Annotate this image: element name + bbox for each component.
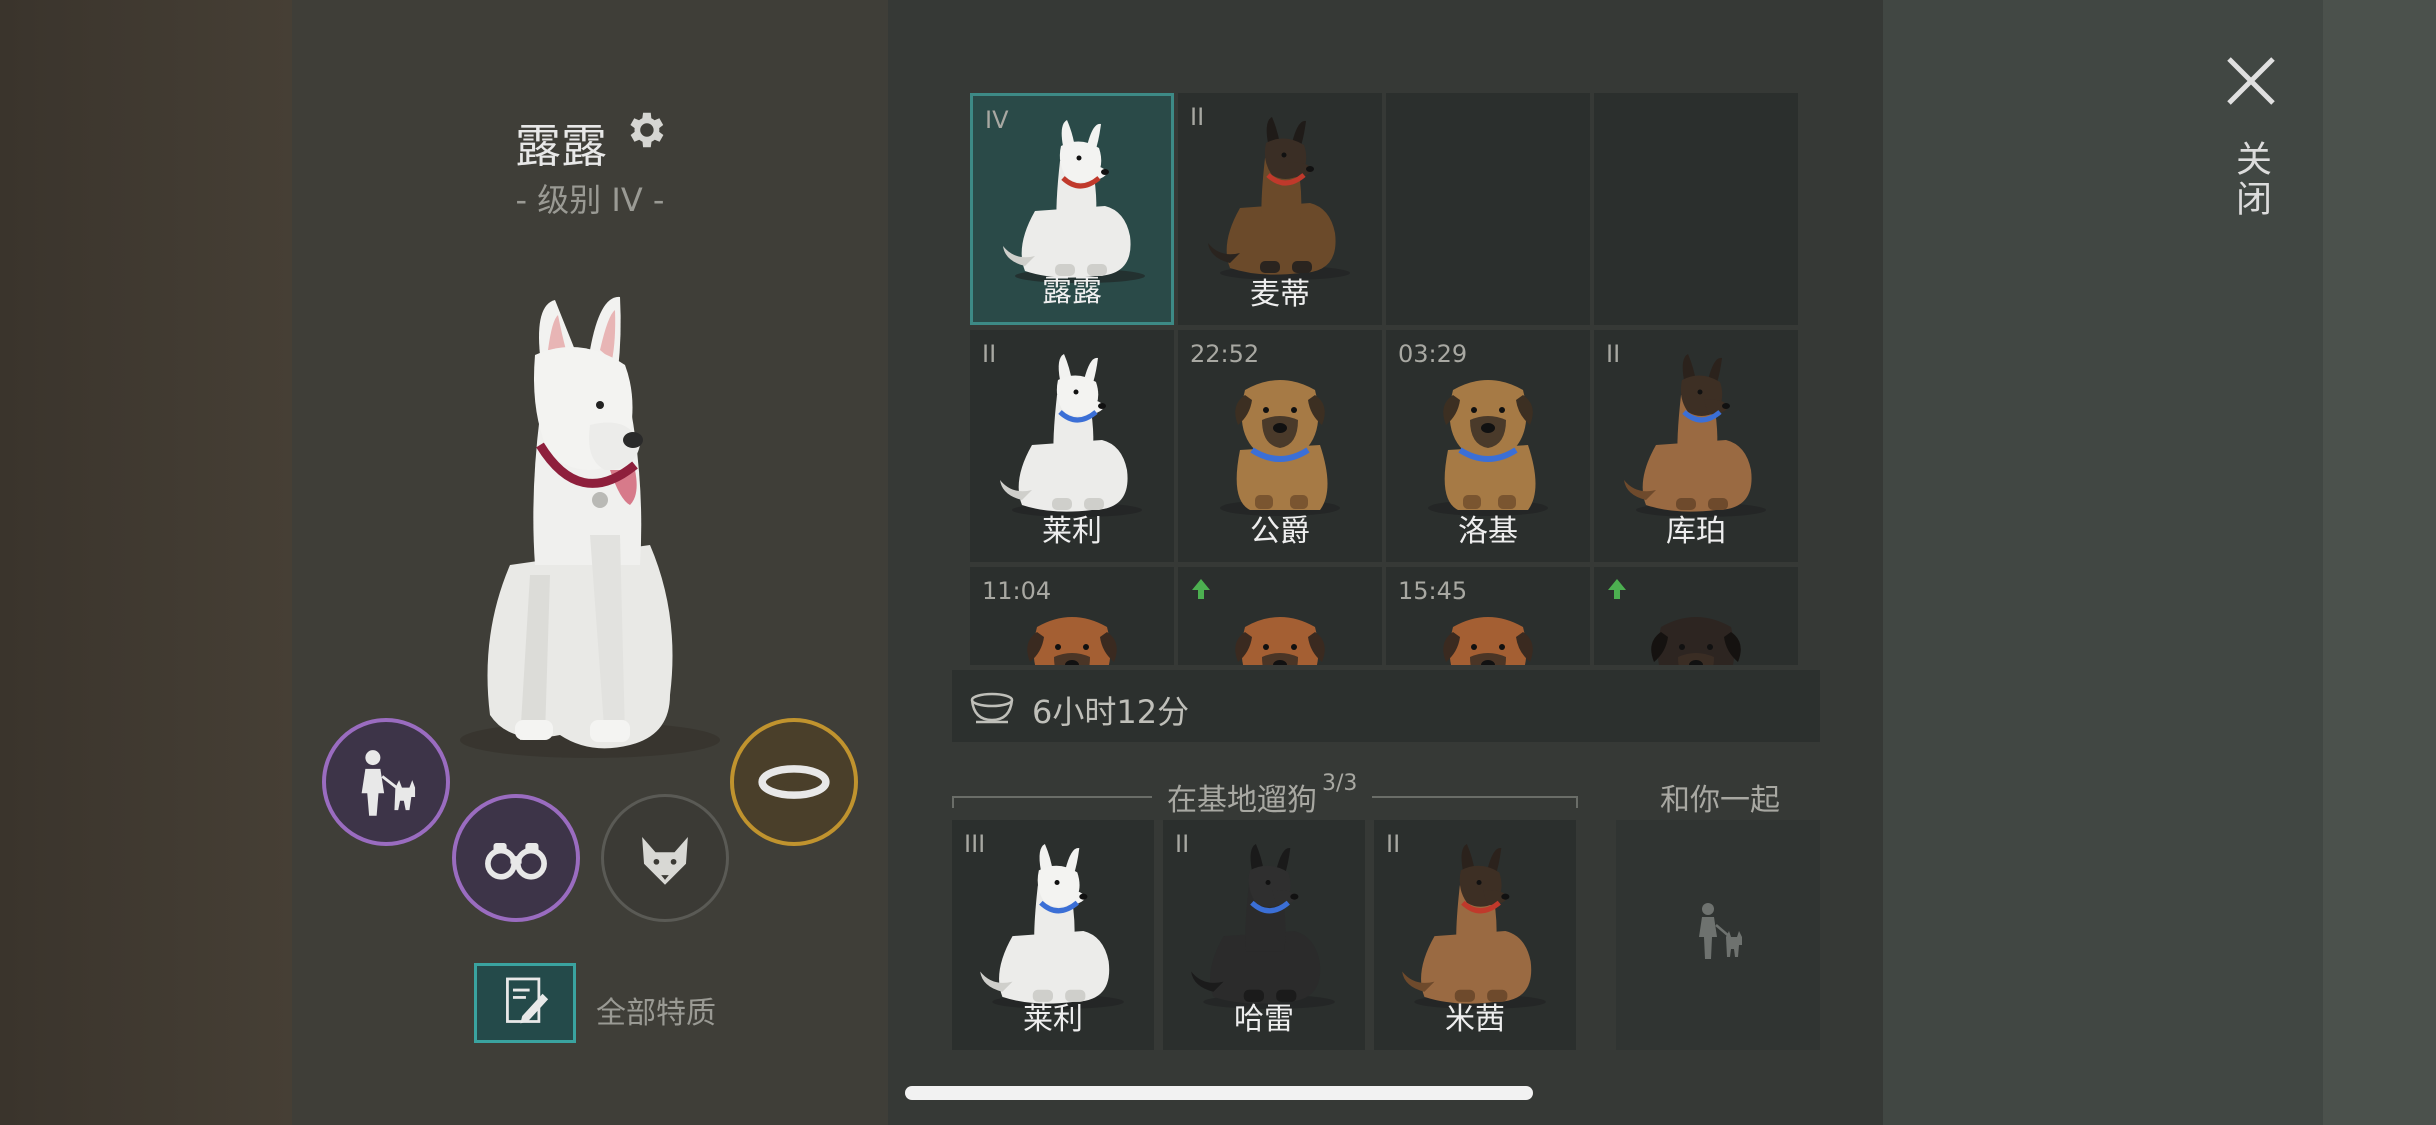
- walking-dog-card[interactable]: II 哈雷: [1163, 820, 1365, 1050]
- walk-section-title: 在基地遛狗: [1167, 783, 1317, 818]
- dog-card-rank: II: [1386, 830, 1401, 858]
- dog-card[interactable]: [1594, 567, 1798, 665]
- dog-card-name: 莱利: [1023, 1002, 1083, 1037]
- dog-card-rank: II: [1606, 340, 1621, 368]
- dog-portrait: [1651, 617, 1741, 665]
- dog-portrait: [1000, 354, 1142, 517]
- dog-card-rank: 15:45: [1398, 577, 1468, 605]
- binoculars-icon: [485, 843, 547, 880]
- dog-card-rank: II: [1175, 830, 1190, 858]
- dog-card-name: 露露: [1042, 274, 1102, 309]
- dog-card-name: 哈雷: [1234, 1002, 1294, 1037]
- dog-name: 露露: [515, 119, 607, 173]
- collar-icon: [758, 765, 830, 799]
- walk-dog-icon: [361, 750, 416, 816]
- explore-button[interactable]: [452, 794, 580, 922]
- selected-dog-model: [460, 296, 720, 758]
- all-traits-label[interactable]: 全部特质: [596, 988, 716, 1032]
- food-remaining-time: 6小时12分: [1032, 693, 1190, 731]
- walking-dog-card[interactable]: II 米茜: [1374, 820, 1576, 1050]
- dog-slot-empty[interactable]: [1594, 93, 1798, 325]
- dog-portrait: [1191, 844, 1335, 1009]
- dog-card[interactable]: II 库珀: [1594, 330, 1798, 562]
- dog-card-name: 莱利: [1042, 514, 1102, 549]
- fox-icon: [642, 837, 688, 885]
- close-icon[interactable]: [2223, 53, 2279, 109]
- dog-portrait: [1220, 380, 1340, 516]
- dog-card-rank: II: [1190, 103, 1205, 131]
- fox-trait-button[interactable]: [601, 794, 729, 922]
- dog-portrait: [1402, 844, 1546, 1009]
- walk-header-tick-left: [952, 796, 954, 808]
- dog-card-rank: III: [964, 830, 986, 858]
- home-indicator: [905, 1086, 1533, 1100]
- settings-icon[interactable]: [622, 107, 668, 153]
- dog-portrait: [1208, 117, 1350, 280]
- dog-card-rank: II: [982, 340, 997, 368]
- dog-card-rank: 22:52: [1190, 340, 1260, 368]
- upgrade-arrow-icon: [1608, 579, 1626, 599]
- background-left: [0, 0, 292, 1125]
- dog-card[interactable]: 15:45: [1386, 567, 1590, 665]
- dog-card[interactable]: II 莱利: [970, 330, 1174, 562]
- dog-portrait: [1235, 617, 1325, 665]
- walk-dog-button[interactable]: [322, 718, 450, 846]
- dog-card-rank: 11:04: [982, 577, 1052, 605]
- dog-portrait: [1624, 354, 1766, 517]
- food-status-bar: 6小时12分: [952, 670, 1820, 742]
- dog-grid: IV 露露 II 麦蒂 II 莱利 22:52 公爵 03:29 洛基 II 库珀 11:04 15:45: [970, 93, 1800, 665]
- walk-header-tick-right: [1576, 796, 1578, 808]
- with-you-title: 和你一起: [1660, 783, 1780, 818]
- walk-header-line-left: [952, 796, 1152, 798]
- dog-card-name: 洛基: [1458, 514, 1518, 549]
- food-bowl-icon: [970, 692, 1014, 724]
- dog-card[interactable]: [1178, 567, 1382, 665]
- dog-level: - 级别 IV -: [515, 181, 665, 219]
- walk-section-count: 3/3: [1322, 771, 1358, 796]
- dog-card[interactable]: IV 露露: [970, 93, 1174, 325]
- dog-card-name: 麦蒂: [1250, 277, 1310, 312]
- dog-card-name: 米茜: [1445, 1002, 1505, 1037]
- background-far-right: [2323, 0, 2436, 1125]
- close-label[interactable]: 关闭: [2226, 140, 2276, 220]
- dog-portrait: [1003, 120, 1145, 283]
- walk-dog-icon: [1699, 903, 1742, 959]
- dog-card-rank: IV: [985, 106, 1009, 134]
- dog-portrait: [980, 844, 1124, 1009]
- walk-header-line-right: [1372, 796, 1578, 798]
- dog-card-rank: 03:29: [1398, 340, 1468, 368]
- dog-portrait: [1428, 380, 1548, 516]
- dog-card-name: 库珀: [1666, 514, 1726, 549]
- upgrade-arrow-icon: [1192, 579, 1210, 599]
- dog-slot-empty[interactable]: [1386, 93, 1590, 325]
- all-traits-button[interactable]: [474, 963, 576, 1043]
- dog-card[interactable]: II 麦蒂: [1178, 93, 1382, 325]
- walk-section-header: 在基地遛狗 3/3: [952, 771, 1578, 818]
- dog-card-name: 公爵: [1250, 514, 1310, 549]
- with-you-slot[interactable]: [1616, 820, 1820, 1050]
- dog-card[interactable]: 22:52 公爵: [1178, 330, 1382, 562]
- edit-traits-icon: [506, 977, 549, 1024]
- dog-card[interactable]: 11:04: [970, 567, 1174, 665]
- walking-dog-card[interactable]: III 莱利: [952, 820, 1154, 1050]
- dog-card[interactable]: 03:29 洛基: [1386, 330, 1590, 562]
- collar-button[interactable]: [730, 718, 858, 846]
